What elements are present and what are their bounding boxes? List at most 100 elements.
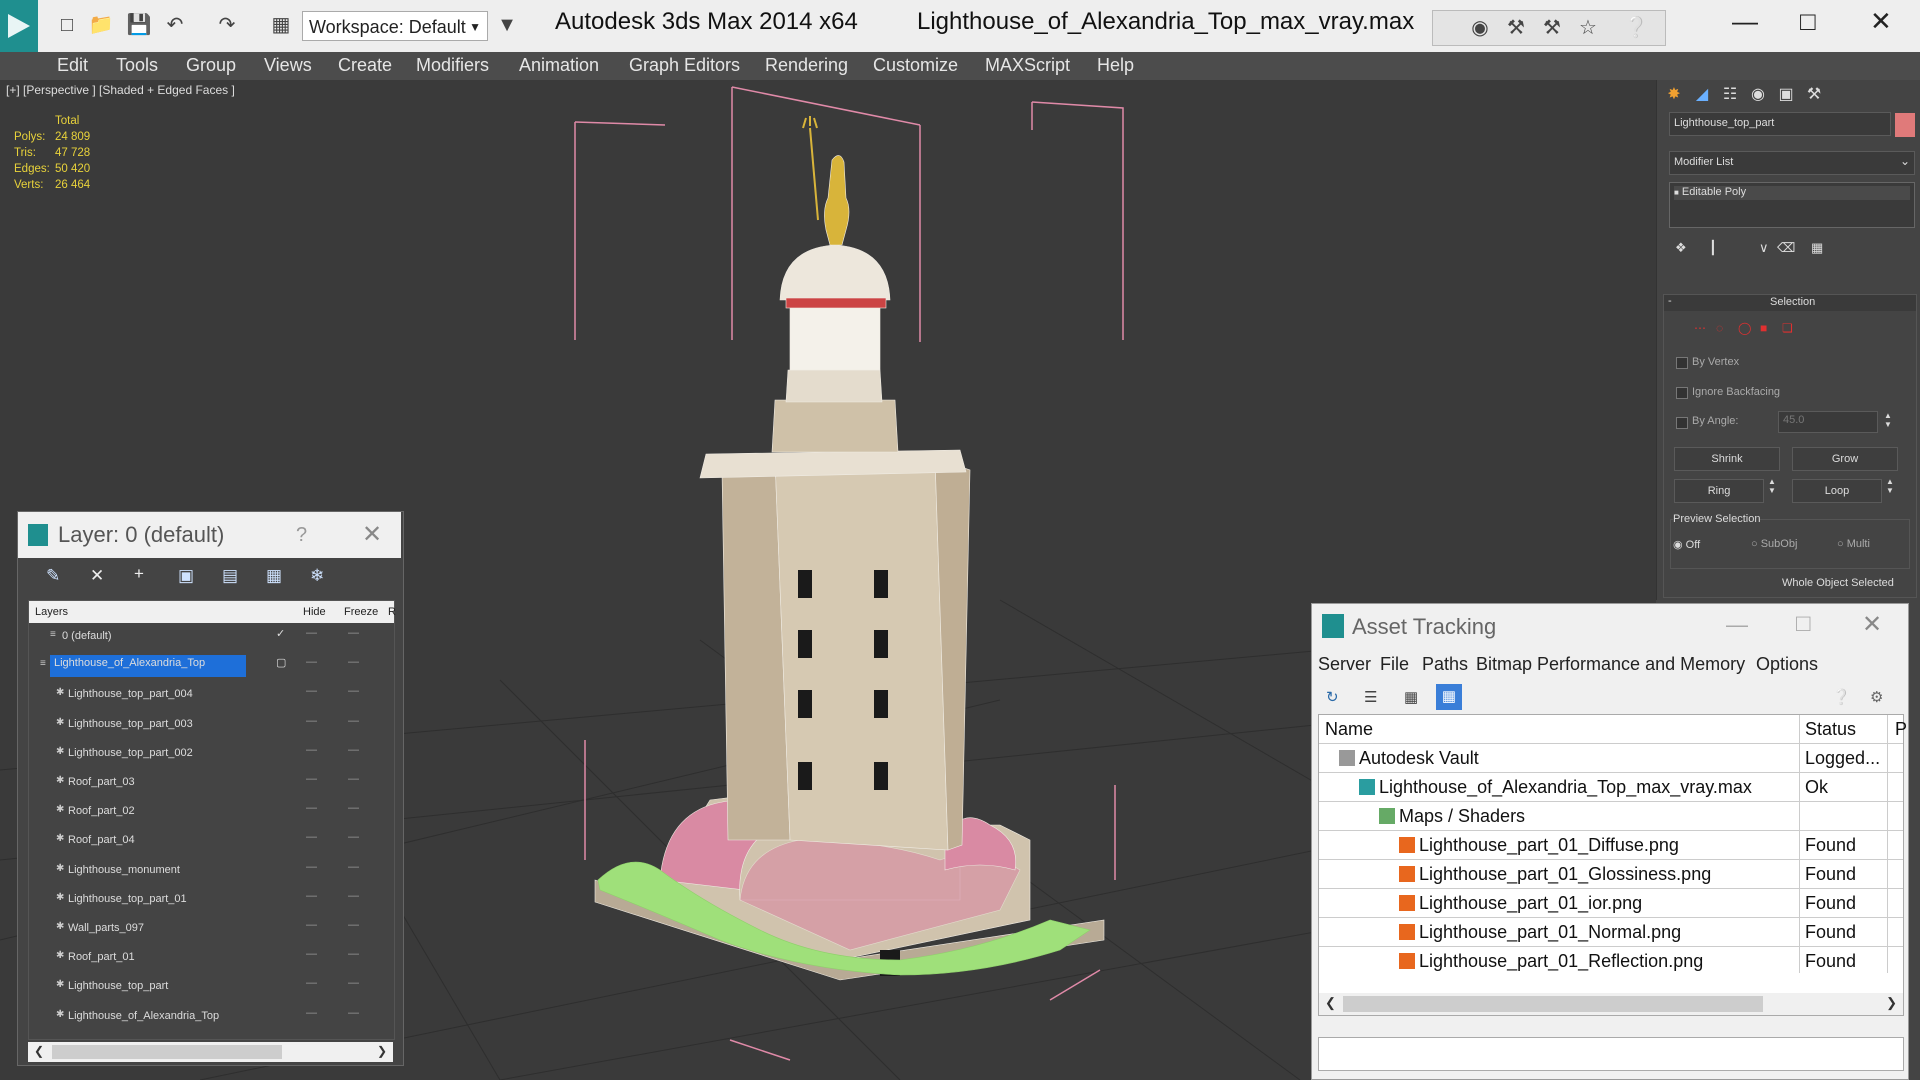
create-layer-icon[interactable]: ✎ xyxy=(46,566,60,586)
edge-level-icon[interactable]: ◌ xyxy=(1716,321,1723,335)
col-status[interactable]: Status xyxy=(1805,715,1856,743)
hide-toggle[interactable]: — xyxy=(306,948,317,960)
close-icon[interactable]: ✕ xyxy=(1870,6,1892,37)
hide-toggle[interactable]: — xyxy=(306,685,317,697)
quick-access-menu-icon[interactable]: ▼ xyxy=(494,12,520,38)
minimize-icon[interactable]: — xyxy=(1726,612,1748,638)
workspace-dropdown[interactable]: Workspace: Default ▼ xyxy=(302,11,488,41)
asset-row[interactable]: Lighthouse_part_01_Diffuse.png Found xyxy=(1319,830,1903,860)
hide-toggle[interactable]: — xyxy=(306,1007,317,1019)
configure-sets-icon[interactable]: ▦ xyxy=(1811,240,1823,256)
asset-row[interactable]: Lighthouse_part_01_ior.png Found xyxy=(1319,888,1903,918)
select-objects-icon[interactable]: ▣ xyxy=(178,566,194,586)
by-angle-checkbox[interactable] xyxy=(1676,417,1688,429)
freeze-toggle[interactable]: — xyxy=(348,977,359,989)
expand-icon[interactable]: ■ xyxy=(1674,188,1679,197)
redo-icon[interactable]: ↷ xyxy=(214,12,240,38)
menu-group[interactable]: Group xyxy=(186,55,236,76)
list-view-icon[interactable]: ☰ xyxy=(1364,688,1377,706)
menu-rendering[interactable]: Rendering xyxy=(765,55,848,76)
by-vertex-checkbox[interactable] xyxy=(1676,357,1688,369)
layer-row[interactable]: ✱ Lighthouse_of_Alexandria_Top — — xyxy=(28,1003,393,1032)
hide-toggle[interactable]: — xyxy=(306,831,317,843)
col-hide[interactable]: Hide xyxy=(303,606,326,618)
freeze-toggle[interactable]: — xyxy=(348,890,359,902)
menu-bitmap-performance[interactable]: Bitmap Performance and Memory xyxy=(1476,654,1745,675)
add-to-layer-icon[interactable]: + xyxy=(134,564,144,584)
layer-row[interactable]: ✱ Lighthouse_top_part_003 — — xyxy=(28,711,393,740)
layer-row[interactable]: ≡ Lighthouse_of_Alexandria_Top ▢ — — xyxy=(28,652,393,681)
layer-row[interactable]: ✱ Roof_part_02 — — xyxy=(28,798,393,827)
hide-toggle[interactable]: — xyxy=(306,861,317,873)
layer-row[interactable]: ✱ Roof_part_01 — — xyxy=(28,944,393,973)
project-folder-icon[interactable]: ▦ xyxy=(268,12,294,38)
menu-maxscript[interactable]: MAXScript xyxy=(985,55,1070,76)
object-name-field[interactable]: Lighthouse_top_part xyxy=(1669,112,1891,136)
loop-button[interactable]: Loop xyxy=(1792,479,1882,503)
freeze-toggle[interactable]: — xyxy=(348,831,359,843)
hide-toggle[interactable]: ▢ xyxy=(276,656,286,669)
hide-unhide-all-icon[interactable]: ▦ xyxy=(266,566,282,586)
help-button[interactable]: ? xyxy=(296,524,307,547)
open-file-icon[interactable]: 📁 xyxy=(88,12,114,38)
asset-row[interactable]: Maps / Shaders xyxy=(1319,801,1903,831)
tools-icon[interactable]: ⚒ xyxy=(1539,15,1565,41)
menu-file[interactable]: File xyxy=(1380,654,1409,675)
motion-tab-icon[interactable]: ◉ xyxy=(1745,82,1771,108)
freeze-toggle[interactable]: — xyxy=(348,1007,359,1019)
app-logo-icon[interactable] xyxy=(0,0,38,52)
menu-views[interactable]: Views xyxy=(264,55,312,76)
ring-spinner-icon[interactable]: ▲ ▼ xyxy=(1768,477,1776,495)
layer-row[interactable]: ✱ Lighthouse_top_part — — xyxy=(28,973,393,1002)
horizontal-scrollbar[interactable]: ❮ ❯ xyxy=(28,1042,393,1062)
maximize-icon[interactable]: □ xyxy=(1796,610,1811,638)
scrollbar-thumb[interactable] xyxy=(1343,996,1763,1012)
layer-row[interactable]: ✱ Lighthouse_top_part_004 — — xyxy=(28,681,393,710)
layer-row[interactable]: ✱ Lighthouse_top_part_002 — — xyxy=(28,740,393,769)
radio-multi[interactable]: ○ Multi xyxy=(1837,538,1870,550)
help-icon[interactable]: ❔ xyxy=(1623,15,1649,41)
create-tab-icon[interactable]: ✸ xyxy=(1661,82,1687,108)
undo-icon[interactable]: ↶ xyxy=(162,12,188,38)
binoculars-icon[interactable]: ◉ xyxy=(1467,15,1493,41)
scroll-right-icon[interactable]: ❯ xyxy=(1886,995,1897,1011)
hide-toggle[interactable]: — xyxy=(306,919,317,931)
angle-spinner-field[interactable]: 45.0 xyxy=(1778,411,1878,433)
delete-layer-icon[interactable]: ✕ xyxy=(90,566,104,586)
border-level-icon[interactable]: ◯ xyxy=(1738,321,1751,335)
shrink-button[interactable]: Shrink xyxy=(1674,447,1780,471)
hide-toggle[interactable]: — xyxy=(306,977,317,989)
hide-toggle[interactable]: — xyxy=(306,627,317,639)
viewport-label[interactable]: [+] [Perspective ] [Shaded + Edged Faces… xyxy=(6,83,235,97)
element-level-icon[interactable]: ❏ xyxy=(1782,321,1793,335)
layer-row[interactable]: ✱ Lighthouse_monument — — xyxy=(28,857,393,886)
loop-spinner-icon[interactable]: ▲ ▼ xyxy=(1886,477,1894,495)
grid-view-icon[interactable]: ▦ xyxy=(1436,684,1462,710)
menu-animation[interactable]: Animation xyxy=(519,55,599,76)
scroll-right-icon[interactable]: ❯ xyxy=(377,1044,387,1058)
vertex-level-icon[interactable]: ⋯ xyxy=(1694,321,1706,335)
scroll-left-icon[interactable]: ❮ xyxy=(34,1044,44,1058)
layer-row[interactable]: ✱ Lighthouse_top_part_01 — — xyxy=(28,886,393,915)
hide-toggle[interactable]: — xyxy=(306,715,317,727)
asset-row[interactable]: Autodesk Vault Logged... xyxy=(1319,743,1903,773)
hide-toggle[interactable]: — xyxy=(306,744,317,756)
make-unique-icon[interactable]: ∨ xyxy=(1759,240,1769,256)
menu-edit[interactable]: Edit xyxy=(57,55,88,76)
col-layers[interactable]: Layers xyxy=(35,606,68,618)
asset-path-field[interactable] xyxy=(1318,1037,1904,1071)
layer-row[interactable]: ✱ Roof_part_03 — — xyxy=(28,769,393,798)
col-render[interactable]: R xyxy=(388,606,396,618)
menu-options[interactable]: Options xyxy=(1756,654,1818,675)
wrench-icon[interactable]: ⚒ xyxy=(1503,15,1529,41)
freeze-toggle[interactable]: — xyxy=(348,802,359,814)
asset-row[interactable]: Lighthouse_part_01_Normal.png Found xyxy=(1319,917,1903,947)
hierarchy-tab-icon[interactable]: ☷ xyxy=(1717,82,1743,108)
col-freeze[interactable]: Freeze xyxy=(344,606,378,618)
scroll-left-icon[interactable]: ❮ xyxy=(1325,995,1336,1011)
settings-icon[interactable]: ⚙ xyxy=(1870,688,1883,706)
layer-row[interactable]: ✱ Roof_part_04 — — xyxy=(28,827,393,856)
new-file-icon[interactable]: □ xyxy=(54,12,80,38)
layer-row[interactable]: ✱ Wall_parts_097 — — xyxy=(28,915,393,944)
freeze-toggle[interactable]: — xyxy=(348,744,359,756)
